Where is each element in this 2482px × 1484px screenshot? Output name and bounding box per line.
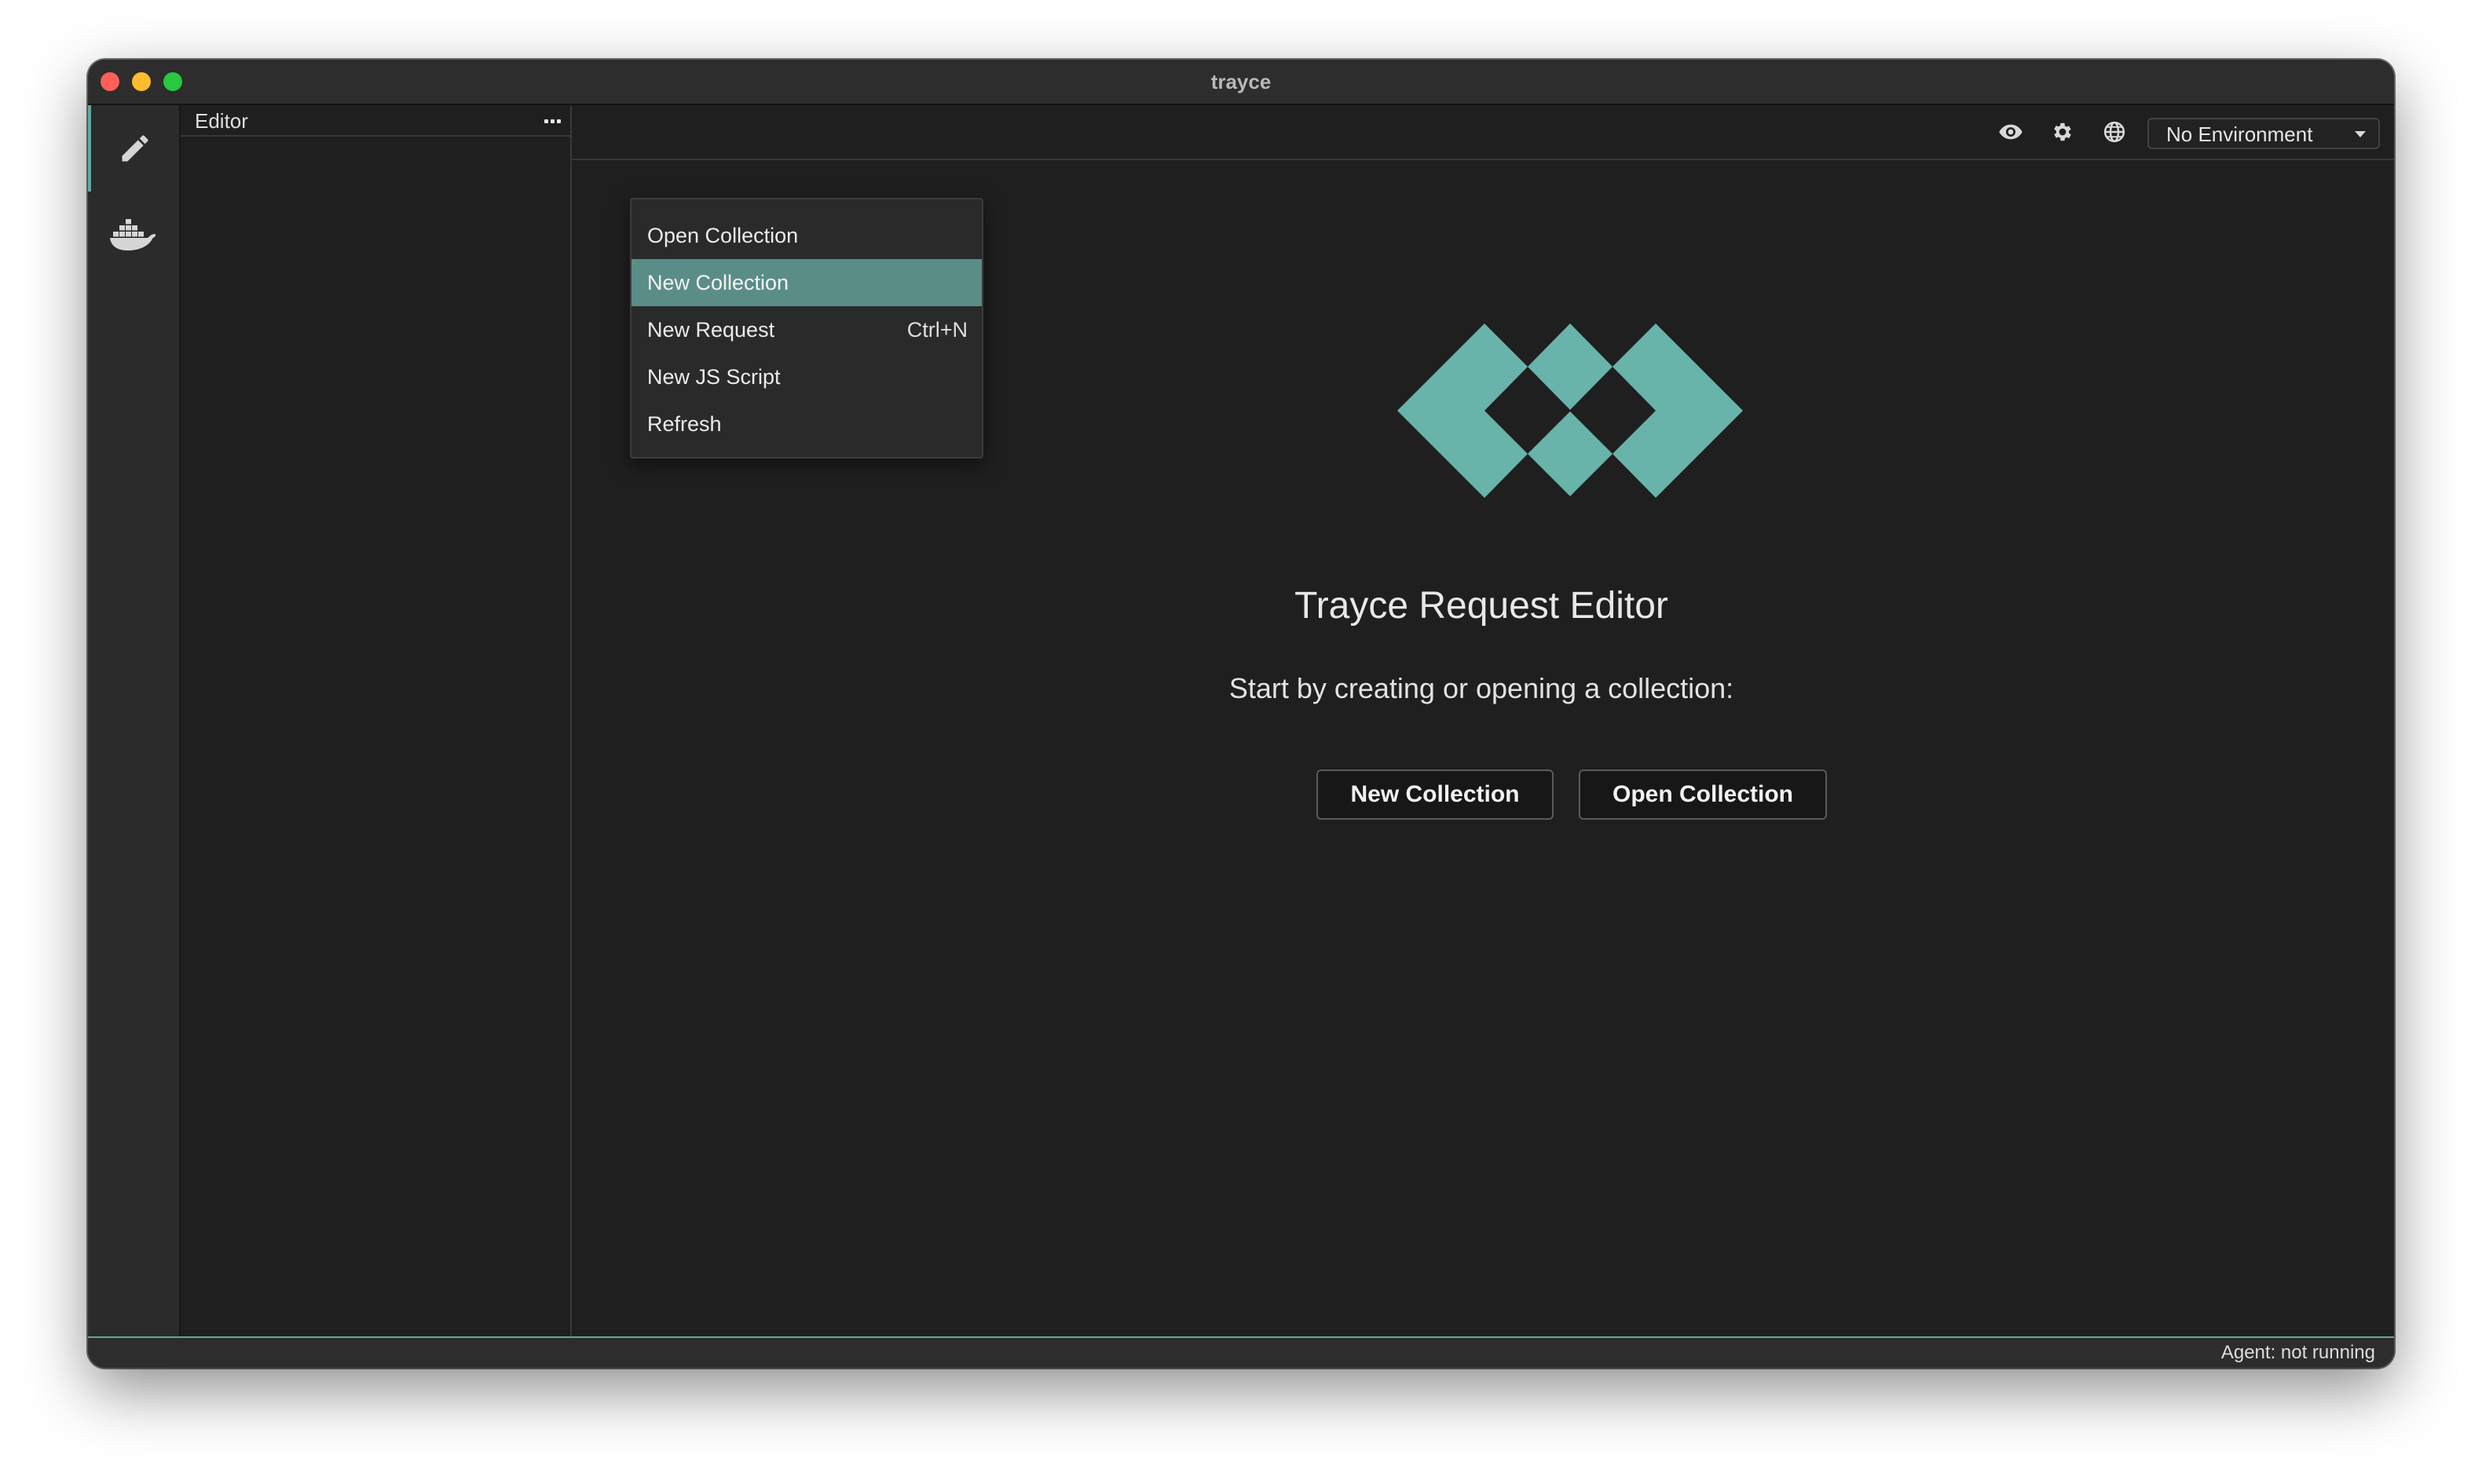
editor-title: Trayce Request Editor (1294, 585, 1668, 627)
main-toolbar: No Environment (572, 105, 2394, 160)
more-dot (556, 119, 561, 123)
editor-subtitle: Start by creating or opening a collectio… (1228, 672, 1734, 704)
sidebar-header: Editor (181, 105, 570, 137)
logo-top-diamond (1528, 323, 1613, 410)
menu-item-label: New Collection (647, 271, 789, 294)
window-title: trayce (1210, 70, 1272, 93)
environment-select-value: No Environment (2166, 122, 2313, 146)
title-bar: trayce (88, 60, 2394, 105)
globe-icon (2103, 121, 2125, 143)
settings-button[interactable] (2048, 118, 2077, 146)
view-button[interactable] (1997, 118, 2025, 146)
eye-icon (1999, 124, 2023, 140)
menu-item-label: Refresh (647, 412, 722, 436)
menu-item-label: Open Collection (647, 224, 799, 247)
menu-item-open-collection[interactable]: Open Collection (631, 212, 982, 259)
menu-item-new-request[interactable]: New Request Ctrl+N (631, 306, 982, 353)
activity-bar (88, 105, 181, 1336)
logo-right-diamond (1613, 323, 1743, 498)
sidebar-options-menu: Open Collection New Collection New Reque… (630, 198, 983, 459)
network-button[interactable] (2100, 118, 2129, 146)
logo-left-diamond (1397, 323, 1528, 498)
trayce-logo (1397, 323, 1743, 498)
environment-select[interactable]: No Environment (2147, 118, 2380, 149)
more-horizontal-icon (544, 119, 548, 123)
logo-bottom-diamond (1528, 411, 1613, 496)
open-collection-button[interactable]: Open Collection (1579, 769, 1827, 820)
app-window: trayce Editor No Environment Trayce Requ… (88, 60, 2394, 1368)
activity-item-containers[interactable] (88, 192, 179, 278)
menu-item-shortcut: Ctrl+N (906, 318, 968, 342)
new-collection-button[interactable]: New Collection (1316, 769, 1554, 820)
activity-item-editor[interactable] (88, 105, 179, 192)
status-bar: Agent: not running (88, 1336, 2394, 1368)
menu-item-new-collection[interactable]: New Collection (631, 259, 982, 306)
sidebar: Editor (181, 105, 572, 1336)
menu-item-new-js-script[interactable]: New JS Script (631, 353, 982, 400)
gear-icon (2054, 122, 2071, 141)
menu-item-label: New JS Script (647, 365, 781, 389)
pencil-icon (122, 135, 148, 162)
menu-item-refresh[interactable]: Refresh (631, 400, 982, 448)
menu-item-label: New Request (647, 318, 775, 342)
more-options-button[interactable] (539, 108, 566, 133)
sidebar-title: Editor (195, 109, 248, 133)
agent-status: Agent: not running (2220, 1342, 2375, 1363)
chevron-down-icon (2355, 131, 2366, 137)
more-dot (550, 119, 555, 123)
docker-whale-icon (110, 219, 156, 250)
